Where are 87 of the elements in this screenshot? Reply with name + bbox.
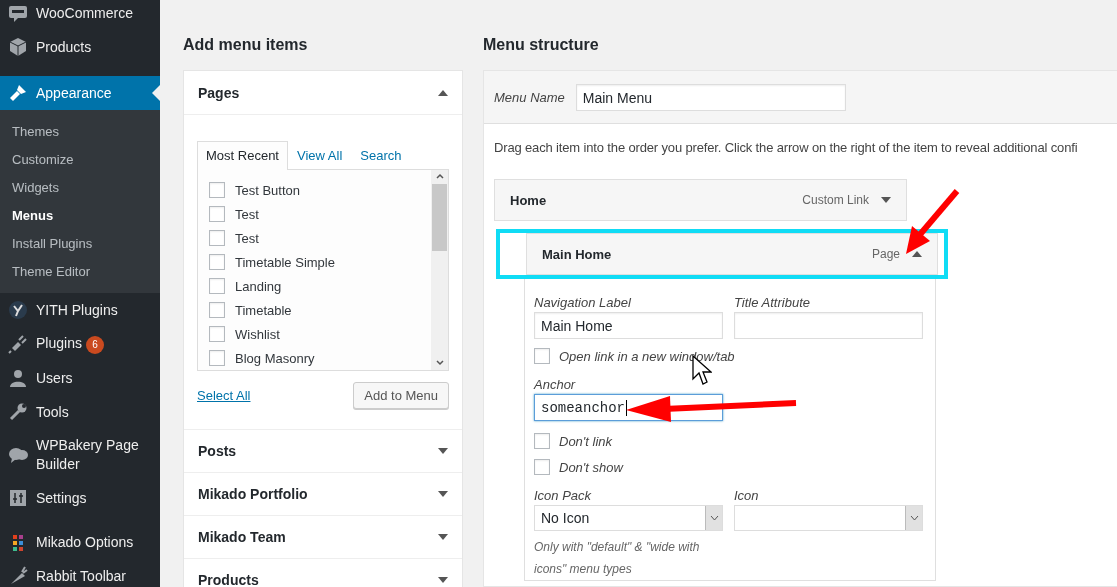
- field-label: Anchor: [534, 377, 577, 392]
- chevron-icon: [909, 515, 919, 521]
- sliders-icon: [8, 488, 28, 508]
- checkbox[interactable]: [209, 230, 225, 246]
- section-title: Add menu items: [183, 35, 309, 55]
- accordion-header[interactable]: Mikado Team: [184, 515, 462, 558]
- instruction-text: Drag each item into the order you prefer. Click the arrow on the right of the item to reveal additional confi: [493, 139, 1079, 157]
- select-field[interactable]: No Icon: [534, 505, 723, 531]
- accordion-header[interactable]: Posts: [184, 429, 462, 472]
- sidebar-item[interactable]: Rabbit Toolbar: [0, 559, 160, 587]
- checkbox[interactable]: [209, 350, 225, 366]
- expand-icon: [438, 577, 448, 583]
- count-badge: 6: [85, 335, 104, 354]
- sidebar-item[interactable]: Plugins 6: [0, 327, 160, 361]
- brush-icon: [8, 83, 28, 103]
- sidebar-item[interactable]: Settings: [0, 481, 160, 515]
- collapse-icon: [438, 89, 448, 96]
- sidebar-item[interactable]: YITH Plugins: [0, 293, 160, 327]
- hint-text: Only with "default" & "wide with icons" menu types: [534, 539, 701, 578]
- expand-icon[interactable]: [881, 197, 891, 203]
- menu-name-field[interactable]: Main Menu: [575, 84, 846, 111]
- accordion-header[interactable]: Mikado Portfolio: [184, 472, 462, 515]
- chevron-icon: [709, 515, 719, 521]
- submenu-item[interactable]: Menus: [0, 201, 160, 229]
- collapse-icon[interactable]: [912, 251, 922, 257]
- field-label: Icon: [734, 488, 760, 503]
- add-to-menu-button[interactable]: Add to Menu: [353, 382, 449, 409]
- page-label: Test: [235, 206, 259, 222]
- section-title: Menu structure: [483, 35, 600, 55]
- sidebar-item[interactable]: Tools: [0, 395, 160, 429]
- field-label: Navigation Label: [534, 295, 632, 310]
- sidebar-item[interactable]: Products: [0, 30, 160, 64]
- sidebar-item[interactable]: Mikado Options: [0, 525, 160, 559]
- page-label: Test Button: [235, 182, 301, 198]
- text-field[interactable]: [734, 312, 923, 339]
- page-label: Test: [235, 230, 259, 246]
- tab[interactable]: View All: [288, 141, 352, 170]
- submenu-item[interactable]: Customize: [0, 145, 160, 173]
- submenu-item[interactable]: Theme Editor: [0, 257, 160, 285]
- checkbox[interactable]: [209, 206, 225, 222]
- page-label: Wishlist: [235, 326, 280, 342]
- text-field[interactable]: Main Home: [534, 312, 723, 339]
- checkbox[interactable]: [209, 302, 225, 318]
- tab[interactable]: Most Recent: [197, 141, 288, 170]
- checkbox[interactable]: [534, 433, 550, 449]
- wrench-icon: [8, 402, 28, 422]
- checkbox-label: Don't show: [559, 459, 623, 475]
- submenu-item[interactable]: Install Plugins: [0, 229, 160, 257]
- page-label: Blog Masonry: [235, 350, 315, 366]
- notch-icon: [152, 85, 160, 101]
- checkbox[interactable]: [209, 326, 225, 342]
- select-field[interactable]: [734, 505, 923, 531]
- plug-icon: [8, 334, 28, 354]
- expand-icon: [438, 491, 448, 497]
- checkbox[interactable]: [534, 459, 550, 475]
- checkbox[interactable]: [534, 348, 550, 364]
- checkbox[interactable]: [209, 278, 225, 294]
- checkbox[interactable]: [209, 182, 225, 198]
- expand-icon: [438, 534, 448, 540]
- field-label: Icon Pack: [534, 488, 593, 503]
- scrollbar[interactable]: [431, 170, 448, 370]
- expand-icon: [438, 448, 448, 454]
- checkbox-label: Don't link: [559, 433, 613, 449]
- box-icon: [8, 37, 28, 57]
- submenu-item[interactable]: Widgets: [0, 173, 160, 201]
- chat-bubbles-icon: [8, 445, 28, 465]
- menu-item-bar[interactable]: Main Home Page: [526, 233, 938, 275]
- accordion-header[interactable]: Products: [184, 558, 462, 587]
- user-icon: [8, 368, 28, 388]
- checkbox-label: Open link in a new window/tab: [559, 348, 735, 364]
- letter-circle-icon: [8, 300, 28, 320]
- menu-item-bar[interactable]: Home Custom Link: [494, 179, 907, 221]
- field-label: Menu Name: [494, 90, 565, 105]
- sidebar-item[interactable]: WPBakery Page Builder: [0, 429, 160, 481]
- sidebar-item[interactable]: Appearance: [0, 76, 160, 110]
- speech-bubble-icon: [8, 3, 28, 23]
- submenu-item[interactable]: Themes: [0, 117, 160, 145]
- field-label: Title Attribute: [734, 295, 811, 310]
- accordion-header[interactable]: Pages: [184, 71, 462, 114]
- page-label: Landing: [235, 278, 282, 294]
- checkbox[interactable]: [209, 254, 225, 270]
- sidebar-item[interactable]: Users: [0, 361, 160, 395]
- select-all-link[interactable]: Select All: [197, 388, 251, 403]
- page-label: Timetable Simple: [235, 254, 335, 270]
- sidebar-item[interactable]: WooCommerce: [0, 0, 160, 30]
- page-label: Timetable: [235, 302, 292, 318]
- tab[interactable]: Search: [351, 141, 411, 170]
